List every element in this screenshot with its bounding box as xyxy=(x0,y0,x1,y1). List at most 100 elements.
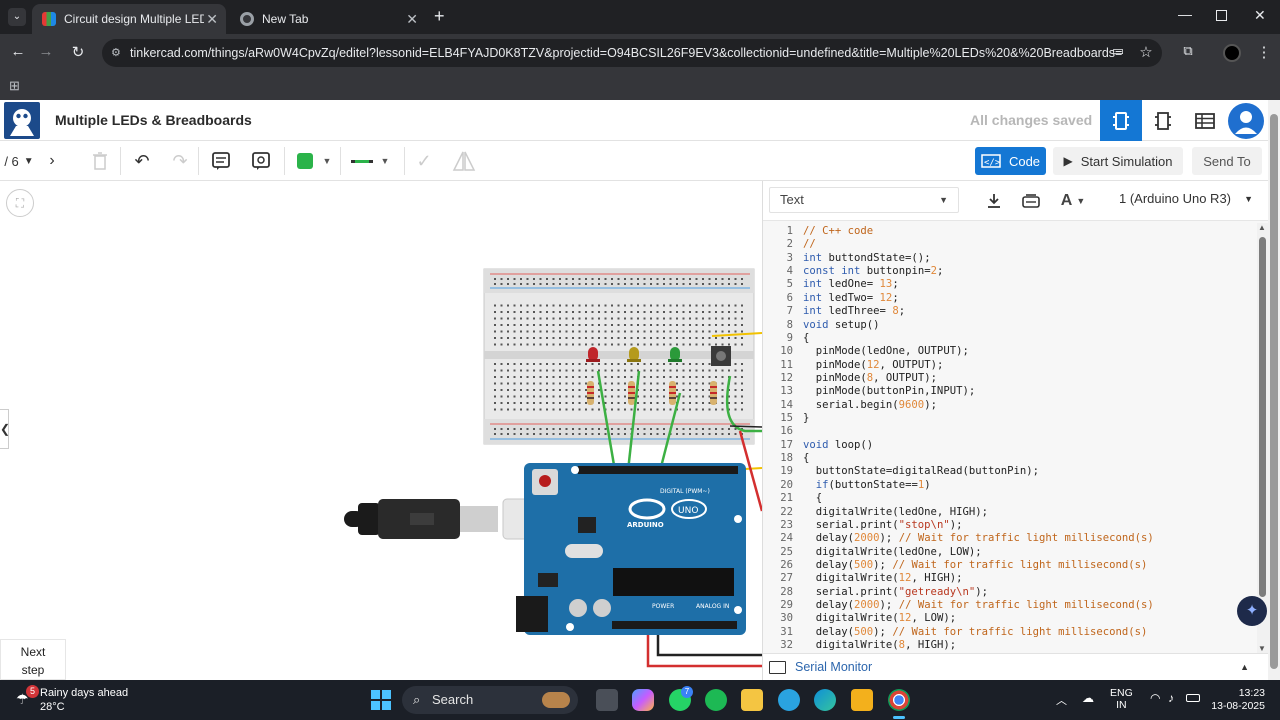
battery-icon[interactable] xyxy=(1186,694,1200,702)
code-line[interactable]: 10 pinMode(ledOne, OUTPUT); xyxy=(763,345,969,358)
scroll-down-icon[interactable]: ▼ xyxy=(1258,644,1266,653)
flip-icon[interactable] xyxy=(452,149,476,173)
circuit-canvas[interactable]: ⛶ ❮ ARDUINO UNO DIGITAL (PWM~) POWER ANA… xyxy=(0,181,762,680)
code-line[interactable]: 19 buttonState=digitalRead(buttonPin); xyxy=(763,465,1039,478)
spotify-icon[interactable] xyxy=(705,689,727,711)
extensions-icon[interactable]: ⧉ xyxy=(1178,43,1198,59)
font-size-icon[interactable]: A ▼ xyxy=(1055,189,1091,213)
code-line[interactable]: 25 digitalWrite(ledOne, LOW); xyxy=(763,546,981,559)
start-simulation-button[interactable]: ▶ Start Simulation xyxy=(1053,147,1183,175)
notes-icon[interactable] xyxy=(208,149,234,173)
resistor[interactable] xyxy=(628,381,635,405)
weather-widget[interactable]: ☂ 5 Rainy days ahead 28°C xyxy=(16,685,128,714)
delete-icon[interactable] xyxy=(88,149,112,173)
user-avatar-icon[interactable] xyxy=(1228,103,1264,139)
code-line[interactable]: 30 digitalWrite(12, LOW); xyxy=(763,612,956,625)
pushbutton[interactable] xyxy=(711,346,731,366)
step-indicator[interactable]: / 6 ▼ xyxy=(0,149,38,173)
code-line[interactable]: 24 delay(2000); // Wait for traffic ligh… xyxy=(763,532,1154,545)
code-line[interactable]: 14 serial.begin(9600); xyxy=(763,399,937,412)
code-line[interactable]: 9{ xyxy=(763,332,810,345)
code-line[interactable]: 17 void loop() xyxy=(763,439,873,452)
code-line[interactable]: 2// xyxy=(763,238,816,251)
telegram-icon[interactable] xyxy=(778,689,800,711)
close-tab-icon[interactable]: ✕ xyxy=(206,11,218,28)
serial-monitor-bar[interactable]: Serial Monitor ▲ xyxy=(763,653,1269,680)
tab-tinkercad[interactable]: Circuit design Multiple LEDs & | ✕ xyxy=(32,4,226,34)
wire-type-picker[interactable]: ▼ xyxy=(344,149,396,173)
resistor[interactable] xyxy=(710,381,717,405)
forward-icon[interactable]: → xyxy=(36,43,56,60)
chevron-up-icon[interactable]: ▲ xyxy=(1240,654,1249,680)
code-line[interactable]: 6 int ledTwo= 12; xyxy=(763,292,899,305)
store-icon[interactable] xyxy=(851,689,873,711)
ai-assistant-icon[interactable]: ✦ xyxy=(1237,596,1267,626)
code-line[interactable]: 21 { xyxy=(763,492,822,505)
chrome-menu-icon[interactable]: ⋮ xyxy=(1254,43,1274,61)
code-line[interactable]: 32 digitalWrite(8, HIGH); xyxy=(763,639,956,652)
code-line[interactable]: 1// C++ code xyxy=(763,225,874,238)
code-mode-select[interactable]: Text ▼ xyxy=(769,187,959,213)
volume-icon[interactable]: ♪ xyxy=(1168,691,1174,705)
color-picker[interactable]: ▼ xyxy=(294,149,334,173)
device-select[interactable]: 1 (Arduino Uno R3) ▼ xyxy=(1111,187,1261,213)
bookmark-star-icon[interactable]: ☆ xyxy=(1136,43,1156,61)
chrome-icon[interactable] xyxy=(888,689,910,711)
apps-grid-icon[interactable]: ⊞ xyxy=(9,78,20,94)
schematic-view-button[interactable] xyxy=(1142,100,1184,141)
close-tab-icon[interactable]: ✕ xyxy=(406,11,418,28)
close-window-icon[interactable]: ✕ xyxy=(1254,7,1266,24)
wifi-icon[interactable]: ◠ xyxy=(1150,691,1160,705)
code-line[interactable]: 22 digitalWrite(ledOne, HIGH); xyxy=(763,506,988,519)
code-line[interactable]: 3 int buttondState=(); xyxy=(763,252,931,265)
notes-visibility-icon[interactable] xyxy=(248,149,274,173)
undo-icon[interactable]: ↶ xyxy=(130,149,154,173)
circuit-view-button[interactable] xyxy=(1100,100,1142,141)
url-field[interactable]: ⚙ tinkercad.com/things/aRw0W4CpvZq/edite… xyxy=(102,39,1162,67)
site-info-icon[interactable]: ⚙ xyxy=(111,39,121,67)
next-step-arrow-icon[interactable]: › xyxy=(42,149,62,173)
code-text-area[interactable]: 1// C++ code 2//3 int buttondState=(); 4 con… xyxy=(763,223,1257,653)
code-line[interactable]: 26 delay(500); // Wait for traffic light… xyxy=(763,559,1147,572)
language-indicator[interactable]: ENG IN xyxy=(1110,687,1133,711)
code-line[interactable]: 28 serial.print("getready\n"); xyxy=(763,586,988,599)
clock[interactable]: 13:23 13-08-2025 xyxy=(1210,687,1265,713)
component-list-button[interactable] xyxy=(1184,100,1226,141)
code-line[interactable]: 16 xyxy=(763,425,803,438)
library-icon[interactable] xyxy=(1018,189,1044,213)
scroll-up-icon[interactable]: ▲ xyxy=(1258,223,1266,232)
install-app-icon[interactable]: ▭ xyxy=(1108,43,1128,59)
redo-icon[interactable]: ↷ xyxy=(168,149,192,173)
task-view-icon[interactable] xyxy=(596,689,618,711)
arduino-uno[interactable]: ARDUINO UNO DIGITAL (PWM~) POWER ANALOG … xyxy=(516,463,746,635)
minimize-icon[interactable]: — xyxy=(1178,6,1192,22)
back-icon[interactable]: ← xyxy=(8,43,28,60)
resistor[interactable] xyxy=(587,381,594,405)
file-explorer-icon[interactable] xyxy=(741,689,763,711)
next-step-button[interactable]: Next step xyxy=(0,639,66,680)
page-scrollbar[interactable] xyxy=(1268,100,1280,680)
copilot-icon[interactable] xyxy=(632,689,654,711)
tray-chevron-up-icon[interactable]: ︿ xyxy=(1056,692,1067,708)
rotate-icon[interactable]: ✓ xyxy=(412,149,436,173)
edge-icon[interactable] xyxy=(814,689,836,711)
code-line[interactable]: 7 int ledThree= 8; xyxy=(763,305,905,318)
code-line[interactable]: 15} xyxy=(763,412,809,425)
code-line[interactable]: 20 if(buttonState==1) xyxy=(763,479,930,492)
tinkercad-logo-icon[interactable] xyxy=(4,102,40,139)
profile-icon[interactable] xyxy=(1223,44,1241,62)
code-line[interactable]: 8 void setup() xyxy=(763,319,880,332)
code-line[interactable]: 18{ xyxy=(763,452,809,465)
code-line[interactable]: 5 int ledOne= 13; xyxy=(763,278,899,291)
code-line[interactable]: 31 delay(500); // Wait for traffic light… xyxy=(763,626,1147,639)
code-button[interactable]: </> Code xyxy=(975,147,1046,175)
maximize-icon[interactable] xyxy=(1216,10,1227,21)
taskbar-search[interactable]: ⌕ Search xyxy=(402,686,578,714)
project-title[interactable]: Multiple LEDs & Breadboards xyxy=(55,112,252,128)
send-to-button[interactable]: Send To xyxy=(1192,147,1262,175)
code-line[interactable]: 29 delay(2000); // Wait for traffic ligh… xyxy=(763,599,1154,612)
code-line[interactable]: 23 serial.print("stop\n"); xyxy=(763,519,962,532)
tab-search-dropdown[interactable]: ⌄ xyxy=(8,8,26,26)
download-code-icon[interactable] xyxy=(981,189,1007,213)
code-line[interactable]: 27 digitalWrite(12, HIGH); xyxy=(763,572,962,585)
